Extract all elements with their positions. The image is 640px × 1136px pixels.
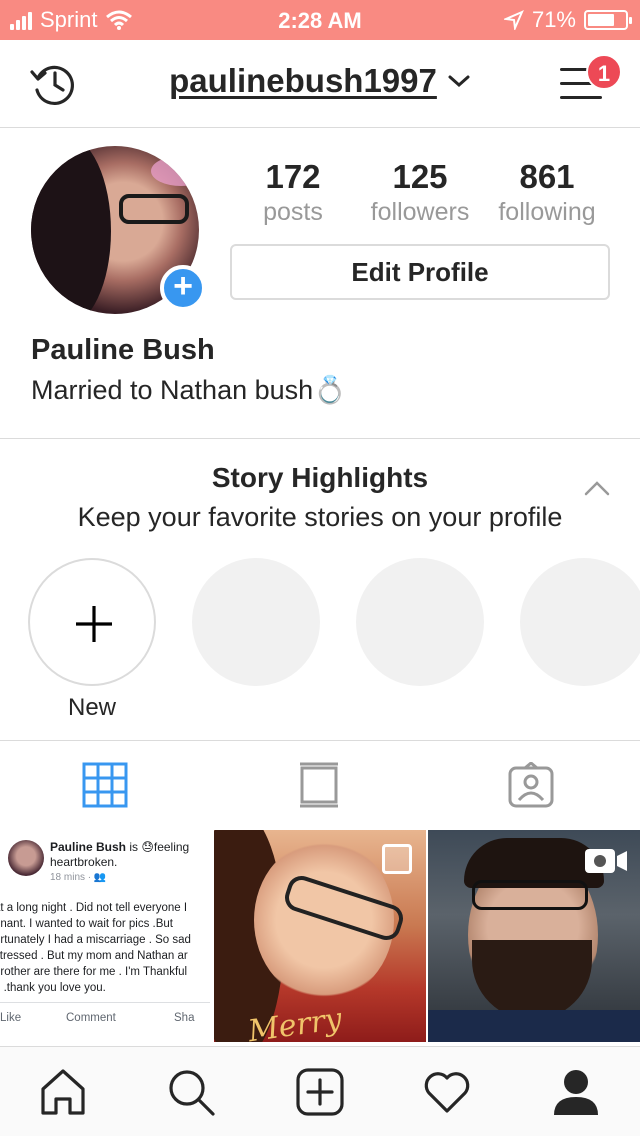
chevron-up-icon[interactable] — [584, 478, 610, 498]
bottom-nav — [0, 1046, 640, 1136]
username[interactable]: paulinebush1997 — [169, 62, 437, 100]
add-story-button[interactable]: + — [160, 265, 206, 311]
divider — [0, 438, 640, 439]
location-arrow-icon — [503, 10, 524, 30]
full-name: Pauline Bush — [31, 334, 215, 366]
battery-icon — [584, 10, 632, 30]
profile-header-bar: paulinebush1997 1 — [0, 40, 640, 128]
like-label: Like — [0, 1012, 22, 1024]
following-count[interactable]: 861 following — [482, 158, 612, 227]
divider — [0, 740, 640, 741]
status-bar: Sprint 2:28 AM 71% — [0, 0, 640, 40]
highlights-subtitle: Keep your favorite stories on your profi… — [77, 502, 563, 532]
post-author: Pauline Bush — [50, 840, 127, 854]
post-text: at a long night . Did not tell everyone … — [0, 902, 191, 994]
post-thumbnail[interactable] — [428, 830, 640, 1042]
bio-text: Married to Nathan bush💍 — [31, 375, 347, 405]
post-thumbnail[interactable]: Pauline Bush is 😓feeling heartbroken. 18… — [0, 830, 212, 1042]
grid-icon[interactable] — [82, 762, 128, 808]
followers-count[interactable]: 125 followers — [355, 158, 485, 227]
highlight-placeholder — [356, 558, 484, 686]
activity-heart-icon[interactable] — [422, 1067, 472, 1117]
profile-icon[interactable] — [551, 1067, 601, 1117]
new-highlight-button[interactable] — [28, 558, 156, 686]
notification-badge: 1 — [586, 54, 622, 90]
feed-icon[interactable] — [296, 762, 342, 808]
post-thumbnail[interactable]: Merry Xmas — [214, 830, 426, 1042]
new-highlight-label: New — [67, 694, 116, 721]
edit-profile-button[interactable]: Edit Profile — [230, 244, 610, 300]
share-label: Sha — [174, 1012, 195, 1024]
account-switcher[interactable]: paulinebush1997 — [0, 62, 640, 100]
add-post-icon[interactable] — [295, 1067, 345, 1117]
post-time: 18 mins · 👥 — [50, 872, 107, 883]
comment-label: Comment — [66, 1012, 116, 1024]
search-icon[interactable] — [166, 1067, 216, 1117]
highlight-placeholder — [192, 558, 320, 686]
highlights-title: Story Highlights — [211, 462, 429, 493]
plus-icon — [76, 606, 112, 642]
home-icon[interactable] — [38, 1067, 88, 1117]
highlight-placeholder — [520, 558, 640, 686]
video-icon — [585, 849, 627, 873]
tagged-icon[interactable] — [508, 762, 554, 808]
avatar — [8, 840, 44, 876]
posts-count[interactable]: 172 posts — [228, 158, 358, 227]
carousel-icon — [382, 844, 412, 874]
battery-percent: 71% — [531, 7, 576, 32]
chevron-down-icon[interactable] — [447, 73, 471, 89]
